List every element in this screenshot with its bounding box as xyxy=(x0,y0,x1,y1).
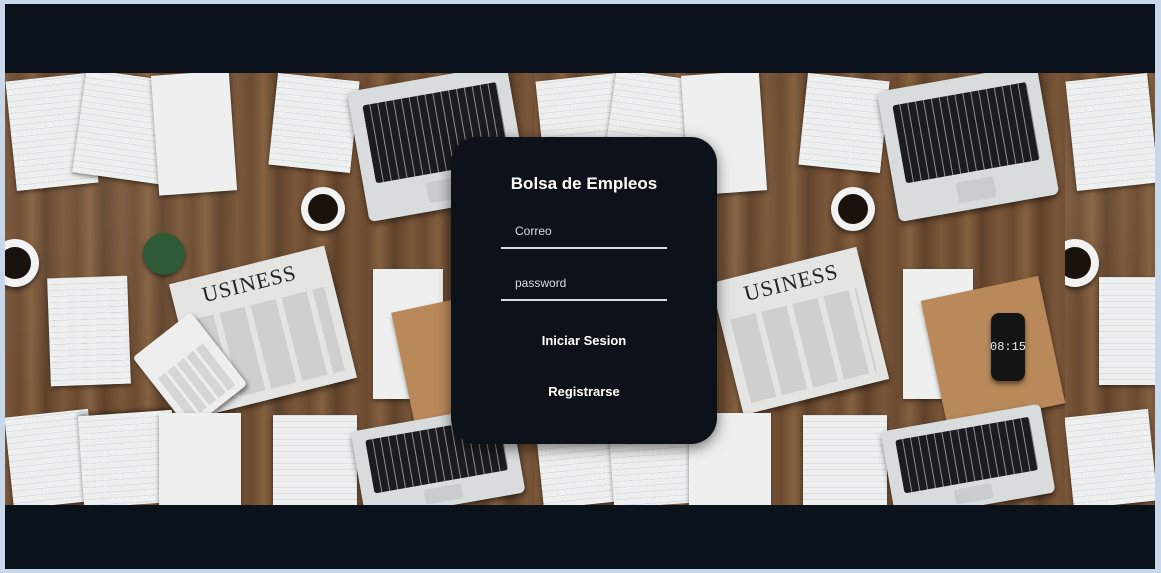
report-sheet xyxy=(273,415,357,505)
laptop xyxy=(880,403,1056,505)
smartphone: 08:15 xyxy=(990,313,1027,381)
report-sheet xyxy=(803,415,887,505)
desk-photo-tile xyxy=(1065,73,1155,505)
password-field xyxy=(501,267,667,301)
document-sheet xyxy=(1065,73,1155,191)
login-card: Bolsa de Empleos Iniciar Sesion Registra… xyxy=(451,137,717,444)
register-button[interactable]: Registrarse xyxy=(451,383,717,400)
report-sheet xyxy=(798,73,890,174)
email-field xyxy=(501,215,667,249)
email-input[interactable] xyxy=(515,221,667,241)
phone-clock: 08:15 xyxy=(990,340,1027,354)
password-input[interactable] xyxy=(515,273,667,293)
notepad xyxy=(1099,277,1155,385)
mug xyxy=(1065,239,1099,287)
plant-pot xyxy=(143,233,185,275)
report-sheet xyxy=(268,73,360,174)
notepad xyxy=(47,275,131,387)
financial-plan-sheet xyxy=(150,73,238,196)
login-button[interactable]: Iniciar Sesion xyxy=(451,332,717,349)
coffee-cup xyxy=(301,187,345,231)
coffee-cup xyxy=(831,187,875,231)
mug xyxy=(5,239,39,287)
report-sheet xyxy=(159,413,241,505)
app-title: Bolsa de Empleos xyxy=(510,174,658,193)
newspaper: USINESS xyxy=(710,246,890,416)
document-sheet xyxy=(1065,408,1155,505)
laptop xyxy=(876,73,1060,223)
